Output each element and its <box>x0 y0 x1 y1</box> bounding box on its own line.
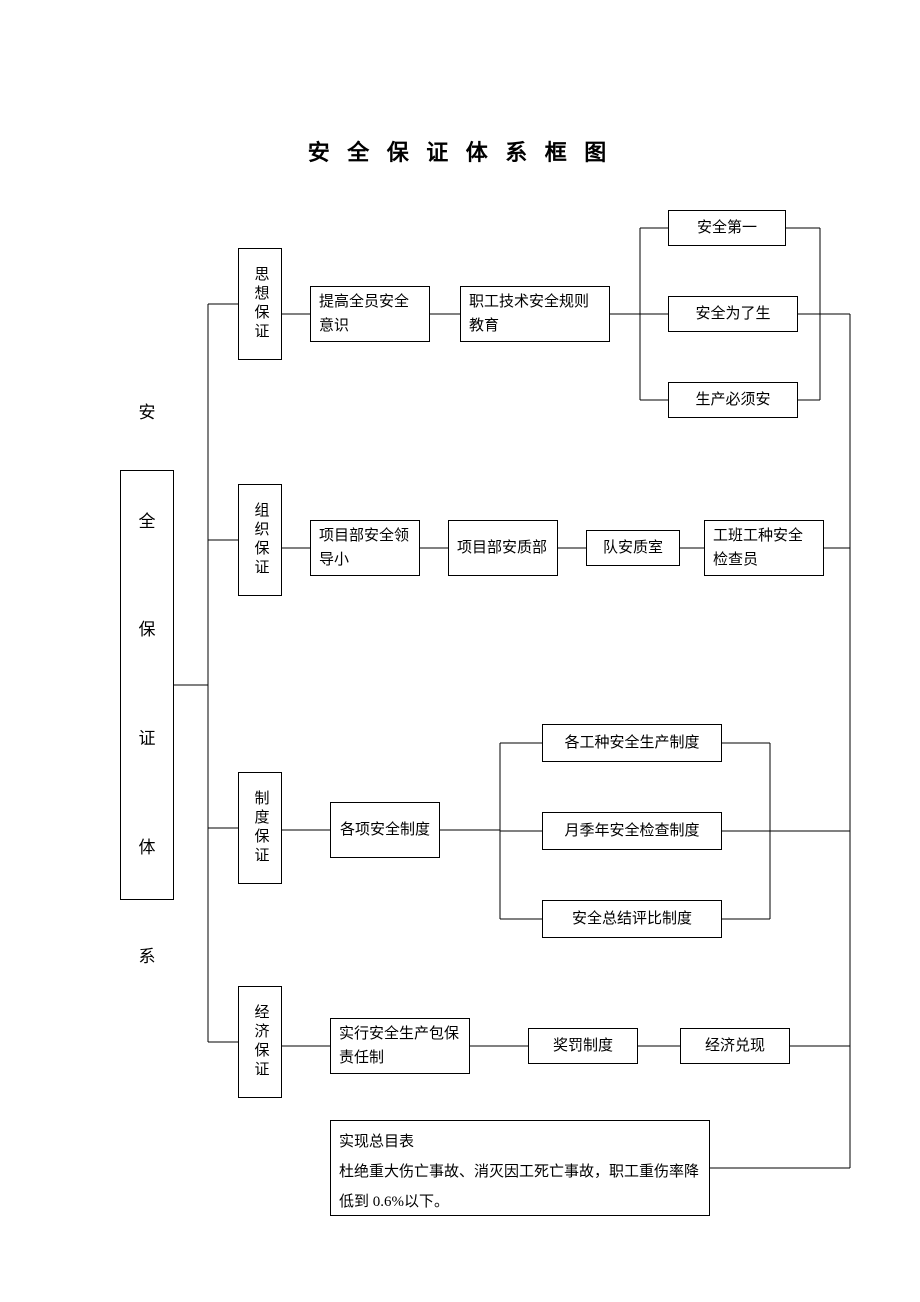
branch2-n1: 项目部安全领导小 <box>310 520 420 576</box>
branch2-n2: 项目部安质部 <box>448 520 558 576</box>
branch1-leaf0: 安全第一 <box>668 210 786 246</box>
branch4-box: 经济保证 <box>238 986 282 1098</box>
branch4-n2: 奖罚制度 <box>528 1028 638 1064</box>
branch1-box: 思想保证 <box>238 248 282 360</box>
branch1-leaf2: 生产必须安 <box>668 382 798 418</box>
branch4-n1: 实行安全生产包保责任制 <box>330 1018 470 1074</box>
branch3-n1: 各项安全制度 <box>330 802 440 858</box>
branch1-n2: 职工技术安全规则教育 <box>460 286 610 342</box>
branch2-n4: 工班工种安全检查员 <box>704 520 824 576</box>
branch3-leaf2: 安全总结评比制度 <box>542 900 722 938</box>
branch1-leaf1: 安全为了生 <box>668 296 798 332</box>
diagram-title: 安 全 保 证 体 系 框 图 <box>0 135 920 167</box>
branch2-n3: 队安质室 <box>586 530 680 566</box>
branch3-label: 制度保证 <box>241 790 280 866</box>
root-box: 安 全 保 证 体 系 <box>120 470 174 900</box>
branch3-leaf0: 各工种安全生产制度 <box>542 724 722 762</box>
branch3-box: 制度保证 <box>238 772 282 884</box>
branch1-label: 思想保证 <box>241 266 280 342</box>
branch2-box: 组织保证 <box>238 484 282 596</box>
branch2-label: 组织保证 <box>241 502 280 578</box>
branch4-n3: 经济兑现 <box>680 1028 790 1064</box>
branch4-label: 经济保证 <box>241 1004 280 1080</box>
branch1-n1: 提高全员安全意识 <box>310 286 430 342</box>
goal-box: 实现总目表 杜绝重大伤亡事故、消灭因工死亡事故，职工重伤率降低到 0.6%以下。 <box>330 1120 710 1216</box>
branch3-leaf1: 月季年安全检查制度 <box>542 812 722 850</box>
root-label: 安 全 保 证 体 系 <box>139 386 156 984</box>
